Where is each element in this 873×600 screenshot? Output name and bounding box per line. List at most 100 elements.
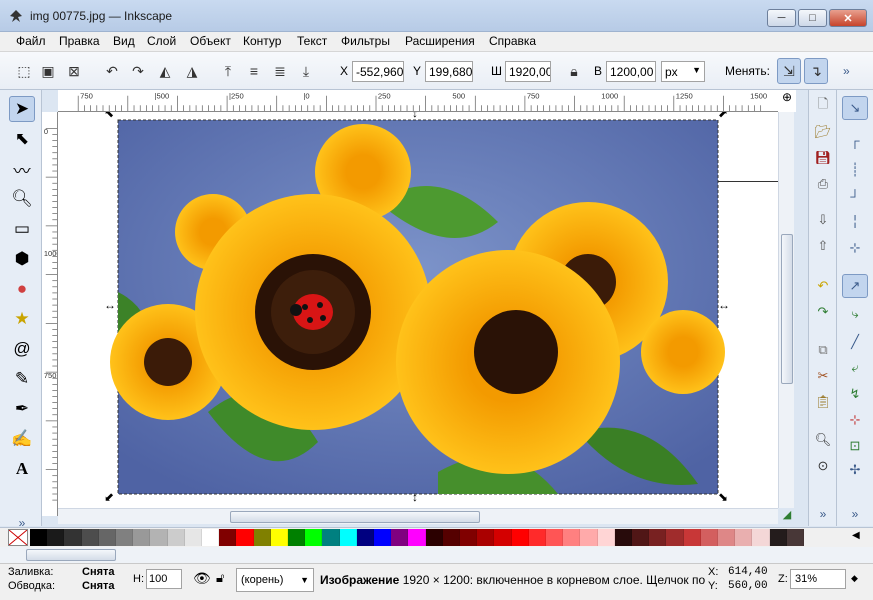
redo-icon[interactable]: ↷ <box>813 302 833 322</box>
y-field[interactable]: 199,680 <box>425 61 473 82</box>
palette-swatch[interactable] <box>167 529 185 546</box>
palette-swatch[interactable] <box>236 529 254 546</box>
drawing-canvas[interactable]: ⬉ ↕ ⬈ ↔ ↔ ⬋ ↕ ⬊ <box>58 112 778 508</box>
snap-toggle-icon[interactable]: ↘ <box>842 96 868 120</box>
save-icon[interactable]: 💾︎ <box>813 148 833 168</box>
lock-icon[interactable]: 🔒︎ <box>564 61 584 81</box>
layer-select[interactable]: (корень) ▼ <box>236 568 314 592</box>
palette-swatch[interactable] <box>614 529 632 546</box>
opacity-field[interactable]: 100 <box>146 569 182 589</box>
spiral-tool-icon[interactable]: @ <box>9 336 35 362</box>
palette-swatch[interactable] <box>270 529 288 546</box>
zoom-corner-icon[interactable]: ⊕ <box>778 90 796 112</box>
print-icon[interactable]: ⎙ <box>813 174 833 194</box>
stroke-value[interactable]: Снята <box>82 580 115 592</box>
palette-swatch[interactable] <box>64 529 82 546</box>
snap-bbox-center-icon[interactable]: ⊹ <box>845 238 865 258</box>
menu-path[interactable]: Контур <box>243 34 281 48</box>
handle-top-icon[interactable]: ↕ <box>412 112 418 120</box>
raise-icon[interactable]: ≡ <box>244 61 264 81</box>
menu-object[interactable]: Объект <box>190 34 231 48</box>
handle-top-right-icon[interactable]: ⬈ <box>718 112 728 120</box>
width-field[interactable]: 1920,00 <box>505 61 551 82</box>
zoom-tool-icon[interactable]: 🔍︎ <box>9 186 35 212</box>
calligraphy-tool-icon[interactable]: ✍ <box>9 426 35 452</box>
palette-swatch[interactable] <box>649 529 667 546</box>
palette-menu-icon[interactable]: ◀ <box>852 530 860 541</box>
export-icon[interactable]: ⇧ <box>813 236 833 256</box>
palette-swatch[interactable] <box>735 529 753 546</box>
zoom-selection-icon[interactable]: 🔍︎ <box>813 430 833 450</box>
palette-swatch[interactable] <box>219 529 237 546</box>
rotate-cw-icon[interactable]: ↷ <box>128 61 148 81</box>
snap-more-icon[interactable]: » <box>845 504 865 524</box>
unit-select[interactable]: px ▼ <box>661 61 705 82</box>
zoom-stepper-icon[interactable]: ◆ <box>851 573 858 584</box>
palette-swatch[interactable] <box>184 529 202 546</box>
snap-cusp-icon[interactable]: ⤶ <box>845 358 865 378</box>
height-field[interactable]: 1200,00 <box>606 61 656 82</box>
palette-swatch[interactable] <box>683 529 701 546</box>
palette-swatch[interactable] <box>133 529 151 546</box>
palette-swatch[interactable] <box>322 529 340 546</box>
copy-icon[interactable]: ⧉ <box>813 340 833 360</box>
palette-scroll-thumb[interactable] <box>26 549 116 561</box>
palette-swatch[interactable] <box>253 529 271 546</box>
palette-swatch[interactable] <box>563 529 581 546</box>
handle-right-icon[interactable]: ↔ <box>718 298 730 312</box>
horizontal-scroll-thumb[interactable] <box>230 511 480 523</box>
snap-path-icon[interactable]: ⤷ <box>845 304 865 324</box>
palette-swatch[interactable] <box>150 529 168 546</box>
handle-bottom-left-icon[interactable]: ⬋ <box>104 490 114 504</box>
snap-intersection-icon[interactable]: ╱ <box>845 332 865 352</box>
color-management-icon[interactable]: ◢ <box>778 508 796 524</box>
snap-nodes-icon[interactable]: ↗ <box>842 274 868 298</box>
menu-layer[interactable]: Слой <box>147 34 176 48</box>
no-paint-swatch[interactable] <box>8 529 28 546</box>
palette-swatch[interactable] <box>597 529 615 546</box>
menu-file[interactable]: Файл <box>16 34 46 48</box>
rectangle-tool-icon[interactable]: ▭ <box>9 216 35 242</box>
lower-icon[interactable]: ≣ <box>270 61 290 81</box>
palette-swatch[interactable] <box>632 529 650 546</box>
palette-swatch[interactable] <box>494 529 512 546</box>
raise-to-top-icon[interactable]: ⤒ <box>218 61 238 81</box>
palette-swatch[interactable] <box>546 529 564 546</box>
palette-swatch[interactable] <box>408 529 426 546</box>
minimize-button[interactable]: ─ <box>767 9 796 27</box>
menu-filters[interactable]: Фильтры <box>341 34 390 48</box>
zoom-field[interactable]: 31% <box>790 569 846 589</box>
snap-bbox-corner-icon[interactable]: ┘ <box>845 186 865 206</box>
scale-stroke-icon[interactable]: ⇲ <box>777 58 801 84</box>
rotate-ccw-icon[interactable]: ↶ <box>102 61 122 81</box>
palette-swatch[interactable] <box>356 529 374 546</box>
handle-top-left-icon[interactable]: ⬉ <box>104 112 114 120</box>
snap-bbox-edge-icon[interactable]: ┊ <box>845 160 865 180</box>
snap-center-icon[interactable]: ⊡ <box>845 436 865 456</box>
paste-icon[interactable]: 📋︎ <box>813 392 833 412</box>
palette-swatch[interactable] <box>30 529 48 546</box>
menu-view[interactable]: Вид <box>113 34 135 48</box>
palette-swatch[interactable] <box>288 529 306 546</box>
flip-horizontal-icon[interactable]: ◭ <box>155 61 175 81</box>
x-field[interactable]: -552,960 <box>352 61 404 82</box>
snap-midpoint-icon[interactable]: ⊹ <box>845 410 865 430</box>
palette-swatch[interactable] <box>305 529 323 546</box>
palette-swatch[interactable] <box>528 529 546 546</box>
palette-swatch[interactable] <box>769 529 787 546</box>
snap-bbox-midpoint-icon[interactable]: ╎ <box>845 212 865 232</box>
pencil-tool-icon[interactable]: ✎ <box>9 366 35 392</box>
select-all-layers-icon[interactable]: ▣ <box>38 61 58 81</box>
pen-tool-icon[interactable]: ✒ <box>9 396 35 422</box>
undo-icon[interactable]: ↶ <box>813 276 833 296</box>
snap-smooth-icon[interactable]: ↯ <box>845 384 865 404</box>
selector-tool-icon[interactable]: ➤ <box>9 96 35 122</box>
eye-icon[interactable]: 👁︎ <box>193 570 211 587</box>
flip-vertical-icon[interactable]: ◮ <box>182 61 202 81</box>
lock-layer-icon[interactable]: 🔓︎ <box>216 570 224 586</box>
palette-swatch[interactable] <box>81 529 99 546</box>
palette-swatch[interactable] <box>116 529 134 546</box>
palette-swatch[interactable] <box>442 529 460 546</box>
text-tool-icon[interactable]: A <box>9 456 35 482</box>
lower-to-bottom-icon[interactable]: ⤓ <box>296 61 316 81</box>
